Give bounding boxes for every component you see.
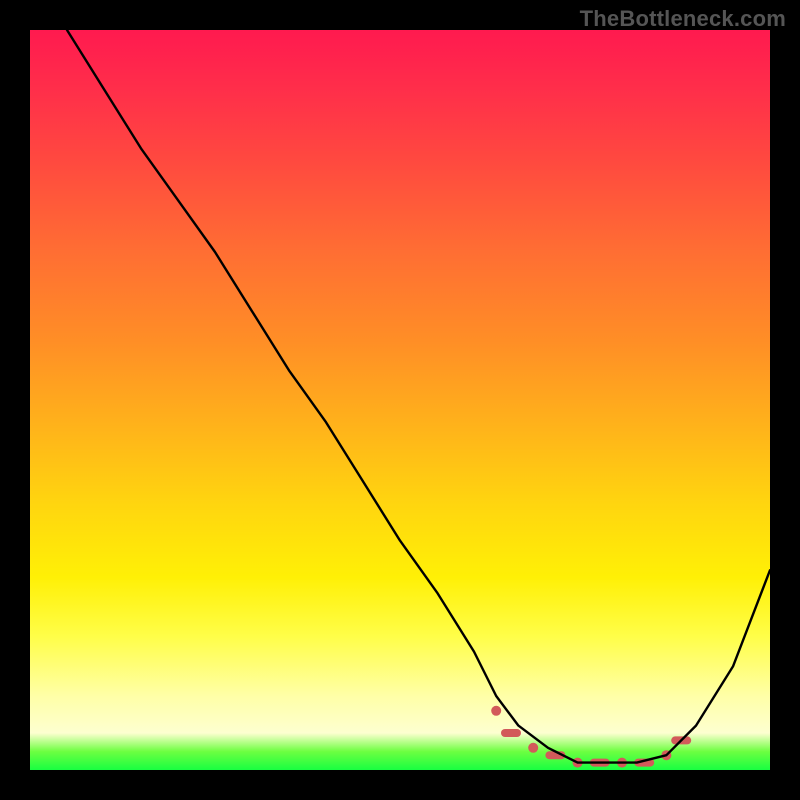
- marker-group: [491, 706, 691, 768]
- chart-frame: TheBottleneck.com: [0, 0, 800, 800]
- curve-marker-dot: [528, 743, 538, 753]
- plot-area: [30, 30, 770, 770]
- plot-svg: [30, 30, 770, 770]
- curve-marker-bar: [501, 729, 521, 737]
- curve-marker-dot: [491, 706, 501, 716]
- watermark-text: TheBottleneck.com: [580, 6, 786, 32]
- bottleneck-curve: [67, 30, 770, 763]
